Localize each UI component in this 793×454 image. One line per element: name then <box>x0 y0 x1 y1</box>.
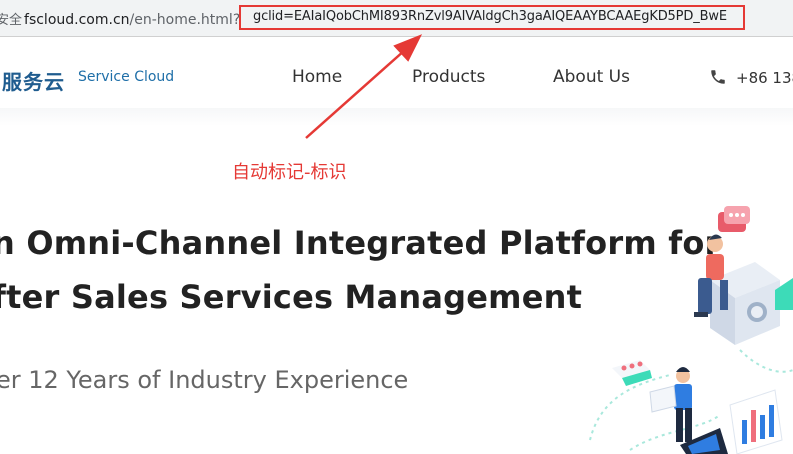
hero-illustration <box>589 206 793 454</box>
security-label: 安全 <box>0 13 23 28</box>
person-figure <box>694 234 728 317</box>
header-divider <box>0 108 793 126</box>
chat-bubble-icon <box>718 206 750 232</box>
url-path: /en-home.html? <box>129 12 241 28</box>
bar-chart-card <box>729 389 783 454</box>
hero-title-line2: fter Sales Services Management <box>0 278 583 316</box>
nav-products[interactable]: Products <box>412 67 485 87</box>
phone-number[interactable]: +86 138 <box>736 69 793 87</box>
address-bar[interactable]: 安全 fscloud.com.cn/en-home.html? gclid=EAI… <box>0 0 793 37</box>
nav-home[interactable]: Home <box>292 67 342 87</box>
nav-about-us[interactable]: About Us <box>553 67 630 87</box>
url-display[interactable]: 安全 fscloud.com.cn/en-home.html? <box>0 9 240 28</box>
annotation-label: 自动标记-标识 <box>232 162 347 183</box>
phone-icon <box>711 70 725 84</box>
person-figure-2 <box>649 367 692 442</box>
url-domain: fscloud.com.cn <box>24 12 130 28</box>
logo-en[interactable]: Service Cloud <box>78 69 174 85</box>
url-query: gclid=EAIaIQobChMI893RnZvl9AIVAldgCh3gaA… <box>253 9 727 24</box>
hero-subtitle: er 12 Years of Industry Experience <box>0 366 409 394</box>
logo-cn[interactable]: 服务云 <box>2 66 65 95</box>
